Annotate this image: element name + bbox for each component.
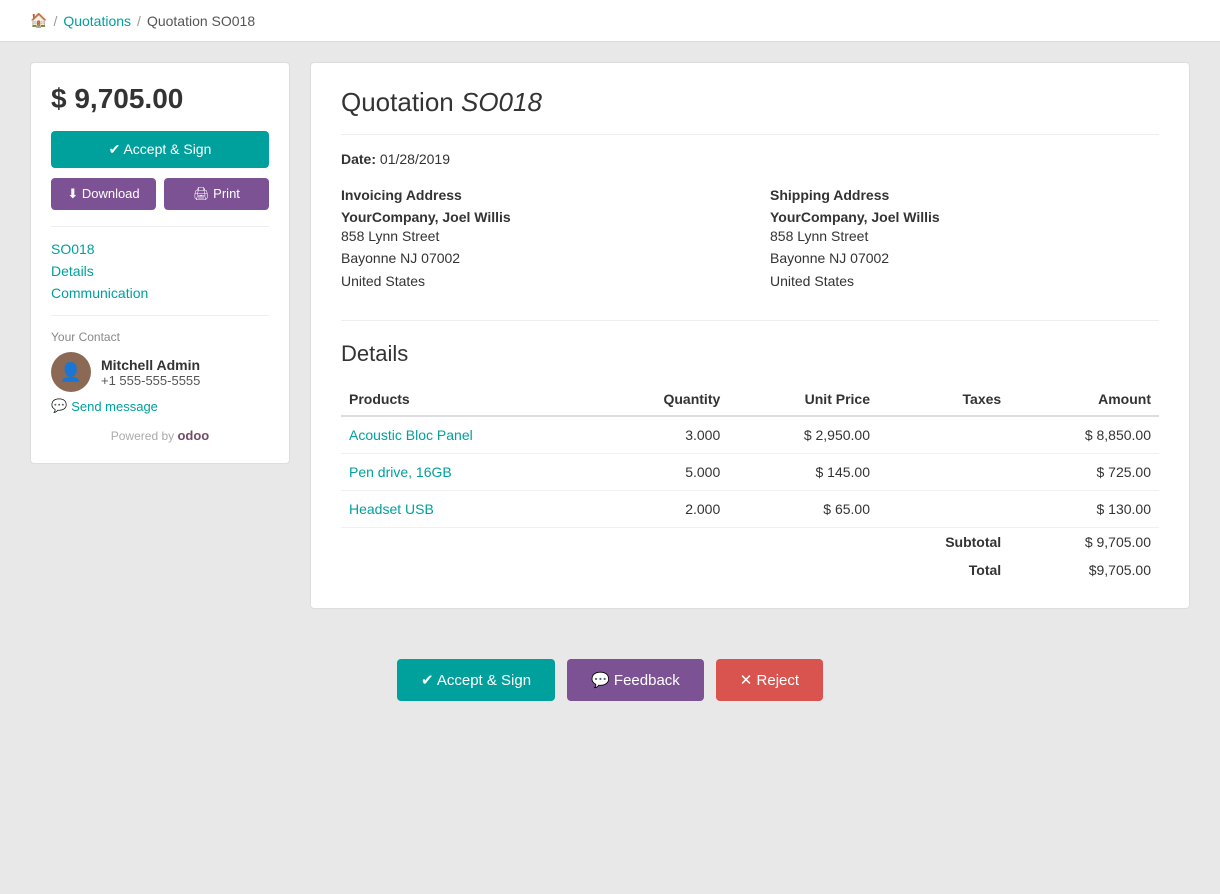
invoicing-address-name: YourCompany, Joel Willis xyxy=(341,209,730,225)
action-buttons-row: ⬇ Download 🖨 Print xyxy=(51,178,269,210)
bottom-bar: ✔ Accept & Sign 💬 Feedback ✕ Reject xyxy=(0,639,1220,721)
unit-price-cell: $ 65.00 xyxy=(728,491,878,528)
col-quantity: Quantity xyxy=(596,383,729,416)
shipping-address-block: Shipping Address YourCompany, Joel Willi… xyxy=(770,187,1159,292)
bottom-accept-sign-button[interactable]: ✔ Accept & Sign xyxy=(397,659,555,701)
total-row: Total $9,705.00 xyxy=(341,556,1159,584)
col-products: Products xyxy=(341,383,596,416)
details-heading: Details xyxy=(341,341,1159,367)
send-message-label: Send message xyxy=(71,399,158,414)
table-row: Acoustic Bloc Panel 3.000 $ 2,950.00 $ 8… xyxy=(341,416,1159,454)
contact-phone: +1 555-555-5555 xyxy=(101,373,200,388)
main-container: $ 9,705.00 ✔ Accept & Sign ⬇ Download 🖨 … xyxy=(0,42,1220,629)
date-label: Date: xyxy=(341,151,376,167)
quantity-cell: 2.000 xyxy=(596,491,729,528)
shipping-address-street: 858 Lynn Street xyxy=(770,225,1159,247)
quantity-cell: 3.000 xyxy=(596,416,729,454)
taxes-cell xyxy=(878,454,1009,491)
invoicing-address-block: Invoicing Address YourCompany, Joel Will… xyxy=(341,187,730,292)
shipping-address-name: YourCompany, Joel Willis xyxy=(770,209,1159,225)
contact-info: 👤 Mitchell Admin +1 555-555-5555 xyxy=(51,352,269,392)
breadcrumb: 🏠 / Quotations / Quotation SO018 xyxy=(0,0,1220,42)
contact-details: Mitchell Admin +1 555-555-5555 xyxy=(101,357,200,388)
quotation-title-text: Quotation xyxy=(341,87,454,117)
contact-label: Your Contact xyxy=(51,330,269,344)
download-button[interactable]: ⬇ Download xyxy=(51,178,156,210)
bottom-reject-button[interactable]: ✕ Reject xyxy=(716,659,823,701)
breadcrumb-separator-2: / xyxy=(137,13,141,29)
table-row: Pen drive, 16GB 5.000 $ 145.00 $ 725.00 xyxy=(341,454,1159,491)
taxes-cell xyxy=(878,416,1009,454)
table-row: Headset USB 2.000 $ 65.00 $ 130.00 xyxy=(341,491,1159,528)
product-link[interactable]: Acoustic Bloc Panel xyxy=(349,427,473,443)
breadcrumb-separator: / xyxy=(53,13,57,29)
subtotal-row: Subtotal $ 9,705.00 xyxy=(341,528,1159,557)
amount-cell: $ 130.00 xyxy=(1009,491,1159,528)
odoo-logo: odoo xyxy=(177,428,209,443)
date-line: Date: 01/28/2019 xyxy=(341,151,1159,167)
powered-by-label: Powered by xyxy=(111,429,174,443)
print-button[interactable]: 🖨 Print xyxy=(164,178,269,210)
sidebar: $ 9,705.00 ✔ Accept & Sign ⬇ Download 🖨 … xyxy=(30,62,290,464)
home-icon[interactable]: 🏠 xyxy=(30,12,47,29)
invoicing-address-label: Invoicing Address xyxy=(341,187,730,203)
products-table: Products Quantity Unit Price Taxes Amoun… xyxy=(341,383,1159,584)
unit-price-cell: $ 145.00 xyxy=(728,454,878,491)
product-link[interactable]: Headset USB xyxy=(349,501,434,517)
breadcrumb-quotations-link[interactable]: Quotations xyxy=(63,13,131,29)
quotation-id: SO018 xyxy=(461,87,542,117)
subtotal-label: Subtotal xyxy=(878,528,1009,557)
send-message-link[interactable]: 💬 Send message xyxy=(51,398,269,414)
shipping-address-country: United States xyxy=(770,270,1159,292)
addresses: Invoicing Address YourCompany, Joel Will… xyxy=(341,187,1159,292)
accept-sign-button[interactable]: ✔ Accept & Sign xyxy=(51,131,269,168)
amount-cell: $ 725.00 xyxy=(1009,454,1159,491)
sidebar-item-so018[interactable]: SO018 xyxy=(51,241,269,257)
invoicing-address-city: Bayonne NJ 07002 xyxy=(341,247,730,269)
details-section: Details Products Quantity Unit Price Tax… xyxy=(341,320,1159,584)
unit-price-cell: $ 2,950.00 xyxy=(728,416,878,454)
subtotal-value: $ 9,705.00 xyxy=(1009,528,1159,557)
col-unit-price: Unit Price xyxy=(728,383,878,416)
sidebar-item-communication[interactable]: Communication xyxy=(51,285,269,301)
contact-section: Your Contact 👤 Mitchell Admin +1 555-555… xyxy=(51,315,269,414)
bottom-feedback-button[interactable]: 💬 Feedback xyxy=(567,659,704,701)
sidebar-amount: $ 9,705.00 xyxy=(51,83,269,115)
quotation-title: Quotation SO018 xyxy=(341,87,1159,135)
col-amount: Amount xyxy=(1009,383,1159,416)
amount-cell: $ 8,850.00 xyxy=(1009,416,1159,454)
quantity-cell: 5.000 xyxy=(596,454,729,491)
taxes-cell xyxy=(878,491,1009,528)
shipping-address-city: Bayonne NJ 07002 xyxy=(770,247,1159,269)
powered-by: Powered by odoo xyxy=(51,428,269,443)
breadcrumb-current: Quotation SO018 xyxy=(147,13,255,29)
contact-name: Mitchell Admin xyxy=(101,357,200,373)
product-link[interactable]: Pen drive, 16GB xyxy=(349,464,452,480)
total-value: $9,705.00 xyxy=(1009,556,1159,584)
content-panel: Quotation SO018 Date: 01/28/2019 Invoici… xyxy=(310,62,1190,609)
total-label: Total xyxy=(878,556,1009,584)
shipping-address-label: Shipping Address xyxy=(770,187,1159,203)
table-header-row: Products Quantity Unit Price Taxes Amoun… xyxy=(341,383,1159,416)
message-icon: 💬 xyxy=(51,398,67,414)
date-value: 01/28/2019 xyxy=(380,151,450,167)
sidebar-item-details[interactable]: Details xyxy=(51,263,269,279)
avatar: 👤 xyxy=(51,352,91,392)
invoicing-address-street: 858 Lynn Street xyxy=(341,225,730,247)
sidebar-nav: SO018 Details Communication xyxy=(51,226,269,301)
col-taxes: Taxes xyxy=(878,383,1009,416)
invoicing-address-country: United States xyxy=(341,270,730,292)
